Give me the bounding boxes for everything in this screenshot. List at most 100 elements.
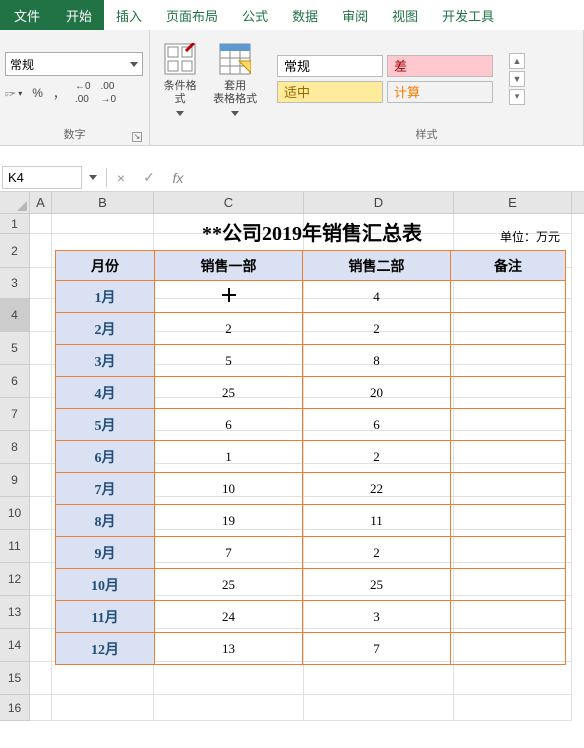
row-header[interactable]: 14 (0, 629, 29, 662)
cell-month[interactable]: 2月 (56, 313, 155, 345)
percent-button[interactable]: % (32, 86, 43, 100)
cell-dept2[interactable]: 2 (303, 441, 451, 473)
cell-dept2[interactable]: 2 (303, 537, 451, 569)
currency-button[interactable]: 🖙▾ (5, 85, 22, 102)
dialog-launcher-icon[interactable]: ↘ (132, 132, 142, 142)
number-format-combo[interactable]: 常规 (5, 52, 143, 76)
increase-decimal-button[interactable]: ←0 .00 (75, 81, 91, 105)
cell-dept1[interactable]: 6 (155, 409, 303, 441)
cell-dept1[interactable]: 25 (155, 377, 303, 409)
cell-dept2[interactable]: 20 (303, 377, 451, 409)
cell-month[interactable]: 9月 (56, 537, 155, 569)
menu-formulas[interactable]: 公式 (230, 0, 280, 30)
name-box[interactable]: K4 (2, 166, 82, 189)
style-neutral[interactable]: 适中 (277, 81, 383, 103)
cell-note[interactable] (451, 473, 566, 505)
cell-dept1[interactable]: 24 (155, 601, 303, 633)
row-header[interactable]: 7 (0, 398, 29, 431)
row-header[interactable]: 12 (0, 563, 29, 596)
cell-dept2[interactable]: 22 (303, 473, 451, 505)
menu-home[interactable]: 开始 (54, 0, 104, 30)
style-normal[interactable]: 常规 (277, 55, 383, 77)
col-header-B[interactable]: B (52, 192, 154, 213)
cell-month[interactable]: 1月 (56, 281, 155, 313)
cell-note[interactable] (451, 313, 566, 345)
cell-dept2[interactable]: 4 (303, 281, 451, 313)
cell-month[interactable]: 4月 (56, 377, 155, 409)
menu-view[interactable]: 视图 (380, 0, 430, 30)
row-header[interactable]: 9 (0, 464, 29, 497)
row-header[interactable]: 13 (0, 596, 29, 629)
decrease-decimal-button[interactable]: .00 →0 (101, 81, 117, 105)
row-header[interactable]: 6 (0, 365, 29, 398)
cell-note[interactable] (451, 281, 566, 313)
gallery-more[interactable]: ▾ (509, 89, 525, 105)
cell-month[interactable]: 6月 (56, 441, 155, 473)
row-header[interactable]: 10 (0, 497, 29, 530)
cell-month[interactable]: 7月 (56, 473, 155, 505)
cell-month[interactable]: 8月 (56, 505, 155, 537)
cell-dept2[interactable]: 7 (303, 633, 451, 665)
cell-month[interactable]: 3月 (56, 345, 155, 377)
cell-note[interactable] (451, 569, 566, 601)
col-header-A[interactable]: A (30, 192, 52, 213)
style-calc[interactable]: 计算 (387, 81, 493, 103)
cells-area[interactable]: **公司2019年销售汇总表 单位：万元 月份 销售一部 销售二部 备注 1月4… (30, 214, 584, 721)
menu-data[interactable]: 数据 (280, 0, 330, 30)
col-header-C[interactable]: C (154, 192, 304, 213)
cell-dept1[interactable]: 13 (155, 633, 303, 665)
cell-month[interactable]: 10月 (56, 569, 155, 601)
row-header[interactable]: 4 (0, 299, 29, 332)
cell-note[interactable] (451, 409, 566, 441)
col-header-E[interactable]: E (454, 192, 572, 213)
row-header[interactable]: 3 (0, 268, 29, 299)
cell-note[interactable] (451, 601, 566, 633)
formula-cancel-button[interactable]: × (107, 164, 135, 191)
cell-dept2[interactable]: 3 (303, 601, 451, 633)
cell-month[interactable]: 5月 (56, 409, 155, 441)
cell-dept1[interactable]: 7 (155, 537, 303, 569)
row-header[interactable]: 16 (0, 695, 29, 721)
cell-dept1[interactable]: 10 (155, 473, 303, 505)
row-header[interactable]: 5 (0, 332, 29, 365)
cell-dept1[interactable]: 5 (155, 345, 303, 377)
select-all-corner[interactable] (0, 192, 30, 213)
row-header[interactable]: 15 (0, 662, 29, 695)
row-header[interactable]: 8 (0, 431, 29, 464)
style-bad[interactable]: 差 (387, 55, 493, 77)
table-format-button[interactable]: 套用表格格式 (205, 38, 265, 123)
formula-accept-button[interactable]: ✓ (135, 164, 163, 191)
cell-note[interactable] (451, 537, 566, 569)
cell-note[interactable] (451, 505, 566, 537)
comma-button[interactable]: ， (53, 85, 65, 102)
cell-dept2[interactable]: 2 (303, 313, 451, 345)
cell-styles-gallery[interactable]: 常规 差 适中 计算 (275, 53, 505, 105)
menu-dev[interactable]: 开发工具 (430, 0, 506, 30)
cell-dept1[interactable] (155, 281, 303, 313)
cell-note[interactable] (451, 377, 566, 409)
cell-dept1[interactable]: 19 (155, 505, 303, 537)
gallery-up[interactable]: ▲ (509, 53, 525, 69)
fx-icon[interactable]: fx (163, 164, 193, 191)
cell-dept1[interactable]: 25 (155, 569, 303, 601)
cell-dept2[interactable]: 11 (303, 505, 451, 537)
menu-review[interactable]: 审阅 (330, 0, 380, 30)
cell-dept1[interactable]: 1 (155, 441, 303, 473)
cell-note[interactable] (451, 345, 566, 377)
formula-input[interactable] (193, 164, 584, 191)
menu-file[interactable]: 文件 (0, 0, 54, 30)
col-header-D[interactable]: D (304, 192, 454, 213)
row-header[interactable]: 11 (0, 530, 29, 563)
cell-note[interactable] (451, 633, 566, 665)
menu-layout[interactable]: 页面布局 (154, 0, 230, 30)
cell-month[interactable]: 12月 (56, 633, 155, 665)
menu-insert[interactable]: 插入 (104, 0, 154, 30)
name-box-dropdown[interactable] (84, 166, 102, 189)
row-header[interactable]: 1 (0, 214, 29, 234)
gallery-down[interactable]: ▼ (509, 71, 525, 87)
cell-dept2[interactable]: 6 (303, 409, 451, 441)
cell-dept1[interactable]: 2 (155, 313, 303, 345)
cell-dept2[interactable]: 8 (303, 345, 451, 377)
conditional-format-button[interactable]: 条件格式 (155, 38, 205, 123)
cell-month[interactable]: 11月 (56, 601, 155, 633)
